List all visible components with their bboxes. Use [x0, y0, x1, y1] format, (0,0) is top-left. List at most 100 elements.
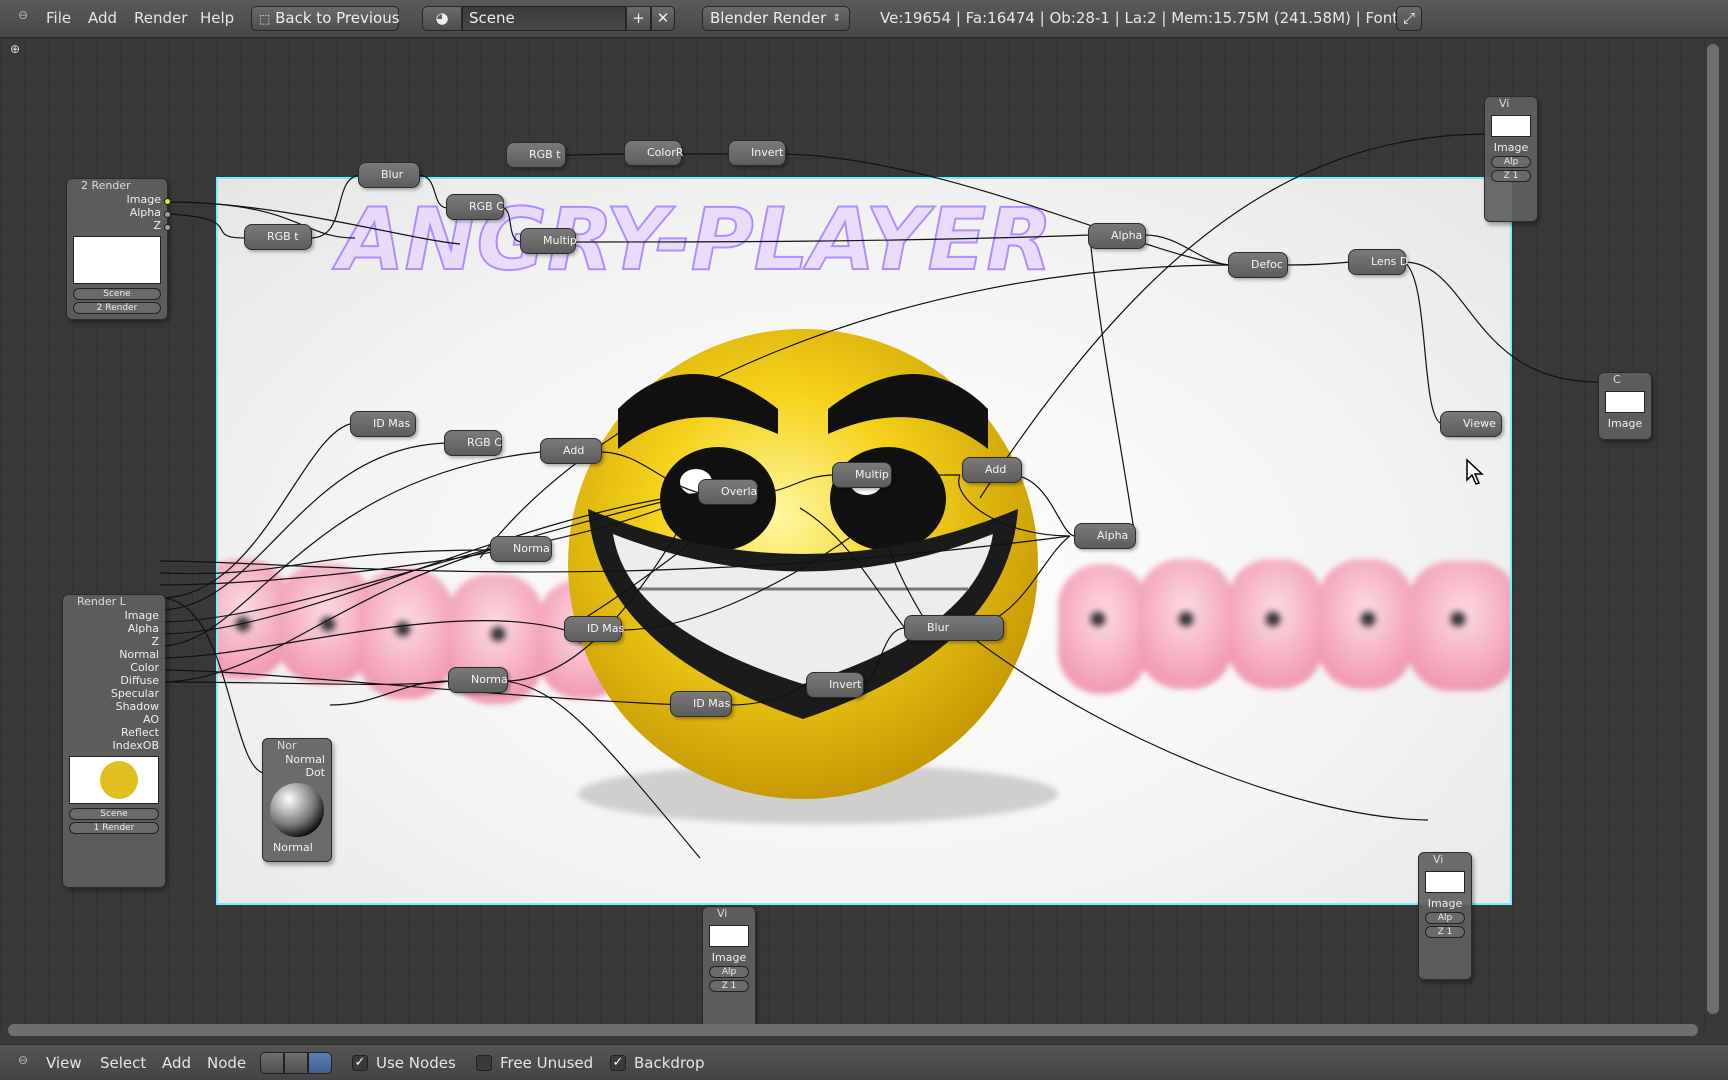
viewer-mid-z[interactable]: Z 1 — [709, 980, 749, 992]
shader-nodes-icon[interactable] — [260, 1052, 284, 1074]
viewer-top-alpha[interactable]: Alp — [1491, 156, 1531, 168]
backdrop-checkbox[interactable]: ✓ — [610, 1055, 626, 1071]
composite-title: C — [1613, 373, 1621, 386]
back-icon: ⬚ — [259, 12, 271, 26]
texture-nodes-icon[interactable] — [308, 1052, 332, 1074]
viewer-mid-preview — [709, 925, 749, 947]
render-layers-node-1[interactable]: Render L Image Alpha Z Normal Color Diff… — [62, 594, 166, 888]
menu-select[interactable]: Select — [100, 1054, 146, 1072]
socket-label-indexob: IndexOB — [112, 739, 160, 752]
render-layers-node-2[interactable]: 2 Render Image Alpha Z Scene 2 Render — [66, 178, 171, 320]
viewer-node-collapsed[interactable]: Viewe — [1440, 411, 1502, 437]
viewer-node-bottom-right[interactable]: Vi Image Alp Z 1 — [1418, 852, 1472, 980]
socket-label-dot: Dot — [305, 766, 325, 779]
top-header: ⊖ File Add Render Help ⬚ Back to Previou… — [0, 0, 1728, 38]
lens-distortion-node[interactable]: Lens D — [1348, 249, 1408, 275]
add-scene-icon[interactable]: + — [626, 6, 651, 31]
normalize-node-1[interactable]: Norma — [490, 536, 552, 562]
menu-add[interactable]: Add — [88, 9, 117, 27]
scene-icon[interactable]: ◕ — [422, 6, 462, 31]
composite-node[interactable]: C Image — [1598, 372, 1652, 440]
alpha-over-node-top[interactable]: Alpha — [1088, 223, 1146, 249]
header-collapse-icon[interactable]: ⊖ — [18, 8, 28, 22]
rgb-curves-node-3[interactable]: RGB t — [244, 224, 312, 250]
render-2-layer-select[interactable]: 2 Render — [73, 302, 161, 314]
alpha-over-node-middle[interactable]: Alpha — [1074, 523, 1136, 549]
socket-label-image: Image — [124, 609, 159, 622]
invert-node-top[interactable]: Invert — [728, 140, 786, 166]
scene-field[interactable]: Scene — [462, 6, 626, 31]
viewer-right-z[interactable]: Z 1 — [1425, 926, 1465, 938]
normal-node[interactable]: Nor Normal Dot Normal — [262, 738, 332, 862]
horizontal-scrollbar[interactable] — [8, 1024, 1698, 1036]
render-2-scene-select[interactable]: Scene — [73, 288, 161, 300]
updown-arrow-icon: ⇕ — [832, 13, 841, 24]
fullscreen-toggle-icon[interactable]: ⤢ — [1396, 6, 1422, 31]
viewer-right-title: Vi — [1433, 853, 1444, 866]
invert-node-bottom[interactable]: Invert — [806, 672, 864, 698]
socket-label-z: Z — [151, 635, 159, 648]
header-collapse-icon[interactable]: ⊖ — [18, 1053, 28, 1067]
multiply-node-top[interactable]: Multip — [520, 228, 577, 254]
vertical-scrollbar[interactable] — [1707, 44, 1719, 1014]
socket-label-image: Image — [126, 193, 161, 206]
use-nodes-checkbox[interactable]: ✓ — [352, 1055, 368, 1071]
composite-preview — [1605, 391, 1645, 413]
socket-label-color: Color — [130, 661, 159, 674]
free-unused-checkbox[interactable] — [476, 1055, 492, 1071]
blur-node-bottom[interactable]: Blur — [904, 615, 1004, 641]
menu-add[interactable]: Add — [162, 1054, 191, 1072]
id-mask-node-2[interactable]: ID Mas — [564, 616, 624, 642]
normal-sphere-control[interactable] — [270, 783, 324, 837]
menu-file[interactable]: File — [46, 9, 71, 27]
render-engine-select[interactable]: Blender Render ⇕ — [702, 6, 850, 31]
viewer-mid-alpha[interactable]: Alp — [709, 966, 749, 978]
overlay-node[interactable]: Overla — [698, 479, 758, 505]
viewer-right-alpha[interactable]: Alp — [1425, 912, 1465, 924]
compositing-nodes-icon[interactable] — [284, 1052, 308, 1074]
viewer-node-bottom-middle[interactable]: Vi Image Alp Z 1 — [702, 906, 756, 1030]
delete-scene-icon[interactable]: ✕ — [651, 6, 675, 31]
multiply-node-middle[interactable]: Multip — [832, 462, 892, 488]
rgb-curves-node-4[interactable]: RGB C — [444, 430, 502, 456]
id-mask-node-3[interactable]: ID Mas — [670, 691, 732, 717]
socket-label-alpha: Alpha — [129, 206, 161, 219]
smiley-thumbnail-icon — [100, 761, 138, 799]
socket-label-image: Image — [711, 951, 747, 964]
socket-label-specular: Specular — [110, 687, 159, 700]
free-unused-label: Free Unused — [500, 1054, 594, 1072]
back-to-previous-button[interactable]: ⬚ Back to Previous — [251, 6, 400, 31]
render-1-layer-select[interactable]: 1 Render — [69, 822, 159, 834]
viewer-top-z[interactable]: Z 1 — [1491, 170, 1531, 182]
add-node-2[interactable]: Add — [962, 457, 1022, 483]
render-2-preview — [73, 236, 161, 284]
output-socket[interactable] — [164, 224, 171, 231]
node-editor-header: ⊖ View Select Add Node ✓ Use Nodes Free … — [0, 1044, 1728, 1080]
id-mask-node-1[interactable]: ID Mas — [350, 411, 416, 437]
node-editor-canvas[interactable]: ⊕ ANGRY-PLAYER 2 Render Image Alpha Z Sc… — [0, 38, 1728, 1038]
render-layers-1-title: Render L — [77, 595, 126, 608]
menu-node[interactable]: Node — [207, 1054, 246, 1072]
output-socket[interactable] — [164, 211, 171, 218]
color-ramp-node[interactable]: ColorR — [624, 140, 683, 166]
menu-help[interactable]: Help — [200, 9, 234, 27]
viewer-node-top[interactable]: Vi Image Alp Z 1 — [1484, 96, 1538, 222]
defocus-node[interactable]: Defoc — [1228, 252, 1288, 278]
blender-window: ⊖ File Add Render Help ⬚ Back to Previou… — [0, 0, 1728, 1080]
socket-label-normal-input: Normal — [273, 841, 313, 854]
socket-label-reflect: Reflect — [121, 726, 159, 739]
menu-render[interactable]: Render — [134, 9, 187, 27]
add-node-1[interactable]: Add — [540, 438, 602, 464]
socket-label-image: Image — [1427, 897, 1463, 910]
socket-label-image: Image — [1607, 417, 1643, 430]
blur-node-top[interactable]: Blur — [358, 162, 420, 188]
rgb-curves-node-2[interactable]: RGB C — [446, 194, 504, 220]
socket-label-diffuse: Diffuse — [120, 674, 159, 687]
socket-label-alpha: Alpha — [127, 622, 159, 635]
output-socket[interactable] — [164, 198, 171, 205]
render-1-scene-select[interactable]: Scene — [69, 808, 159, 820]
render-layers-2-title: 2 Render — [81, 179, 131, 192]
menu-view[interactable]: View — [46, 1054, 82, 1072]
rgb-curves-node[interactable]: RGB t — [506, 142, 566, 168]
normalize-node-2[interactable]: Norma — [448, 667, 508, 693]
